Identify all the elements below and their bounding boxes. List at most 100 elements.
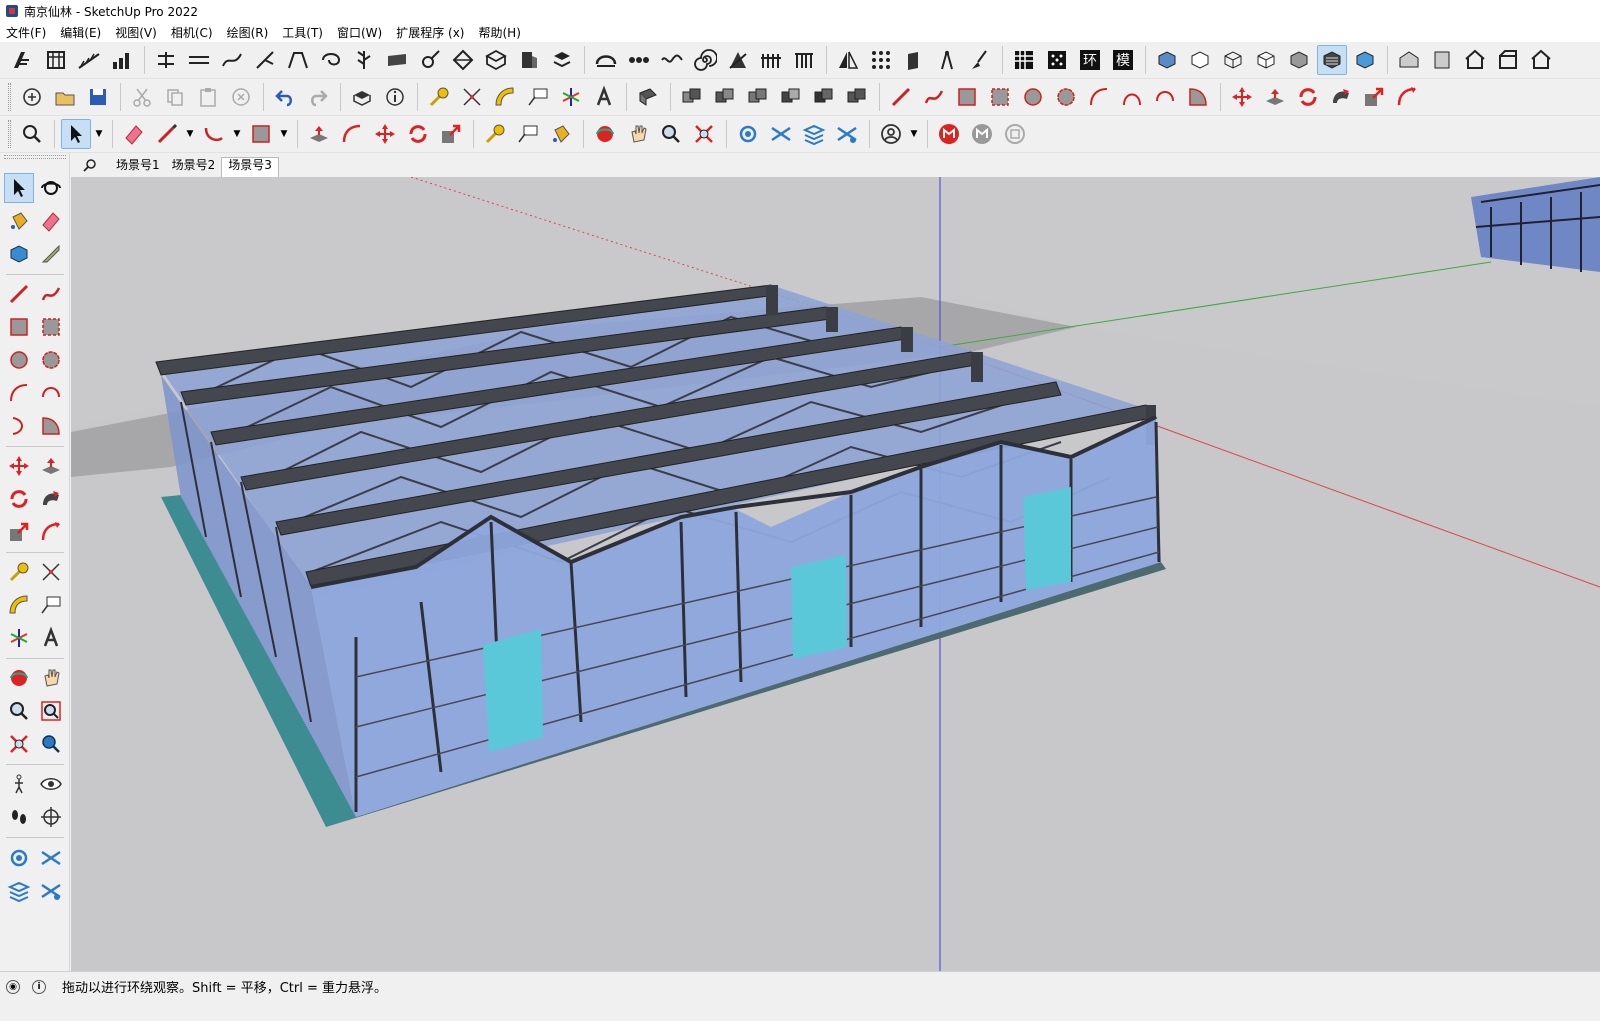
save-icon[interactable]: [83, 82, 113, 112]
menu-help[interactable]: 帮助(H): [478, 24, 520, 41]
section-fill-icon[interactable]: [4, 876, 34, 906]
eraser-icon[interactable]: [36, 206, 66, 236]
arc-tool-dropdown-icon[interactable]: [199, 119, 229, 149]
split-icon[interactable]: [842, 82, 872, 112]
left-toolbar-grip[interactable]: [4, 155, 66, 159]
scale-tool-icon[interactable]: [1359, 82, 1389, 112]
zoom-extents-icon[interactable]: [4, 729, 34, 759]
compass-plugin-icon[interactable]: [932, 45, 962, 75]
extension-manager-icon[interactable]: [967, 119, 997, 149]
view-back-icon[interactable]: [1526, 45, 1556, 75]
bars-plugin-icon[interactable]: [107, 45, 137, 75]
protractor-icon[interactable]: [490, 82, 520, 112]
axes-icon[interactable]: [4, 623, 34, 653]
select-tool-button[interactable]: [61, 119, 91, 149]
chain-plugin-icon[interactable]: [624, 45, 654, 75]
two-point-arc-tool-icon[interactable]: [1117, 82, 1147, 112]
push-pull-icon[interactable]: [304, 119, 334, 149]
freehand-icon[interactable]: [36, 279, 66, 309]
toolbar-grip[interactable]: [8, 83, 11, 111]
push-pull-icon[interactable]: [36, 451, 66, 481]
spiral-plugin-icon[interactable]: [690, 45, 720, 75]
position-camera-icon[interactable]: [36, 802, 66, 832]
previous-view-icon[interactable]: [36, 729, 66, 759]
shape-dropdown-arrow-icon[interactable]: ▼: [279, 119, 289, 149]
look-around-icon[interactable]: [36, 769, 66, 799]
menu-draw[interactable]: 绘图(R): [227, 24, 269, 41]
make-component-icon[interactable]: [633, 82, 663, 112]
move-icon[interactable]: [4, 451, 34, 481]
new-file-icon[interactable]: [17, 82, 47, 112]
menu-tools[interactable]: 工具(T): [282, 24, 323, 41]
arc-tool-icon[interactable]: [1084, 82, 1114, 112]
pan-icon[interactable]: [36, 663, 66, 693]
zoom-icon[interactable]: [4, 696, 34, 726]
scene-search-icon[interactable]: [70, 153, 110, 177]
flip-plugin-icon[interactable]: [547, 45, 577, 75]
polygon-icon[interactable]: [36, 345, 66, 375]
model-plugin-button[interactable]: 模: [1108, 45, 1138, 75]
offset-tool-icon[interactable]: [1392, 82, 1422, 112]
column-plugin-icon[interactable]: [41, 45, 71, 75]
model-info-icon[interactable]: [380, 82, 410, 112]
rail-plugin-icon[interactable]: [184, 45, 214, 75]
walk-icon[interactable]: [4, 769, 34, 799]
section-cut-icon[interactable]: [36, 876, 66, 906]
orbit-icon[interactable]: [590, 119, 620, 149]
redo-icon[interactable]: [303, 82, 333, 112]
erase-selection-icon[interactable]: [226, 82, 256, 112]
rectangle-icon[interactable]: [4, 312, 34, 342]
circle-tool-icon[interactable]: [1018, 82, 1048, 112]
copy-icon[interactable]: [160, 82, 190, 112]
offset-icon[interactable]: [36, 517, 66, 547]
pan-icon[interactable]: [623, 119, 653, 149]
outer-shell-icon[interactable]: [677, 82, 707, 112]
three-point-arc-tool-icon[interactable]: [1150, 82, 1180, 112]
env-plugin-button[interactable]: 环: [1075, 45, 1105, 75]
move-tool-icon[interactable]: [1227, 82, 1257, 112]
extrude-plugin-icon[interactable]: [899, 45, 929, 75]
search-icon[interactable]: [17, 119, 47, 149]
menu-extensions[interactable]: 扩展程序 (x): [396, 24, 464, 41]
component-icon[interactable]: [4, 239, 34, 269]
protractor-icon[interactable]: [4, 590, 34, 620]
text-label-icon[interactable]: [513, 119, 543, 149]
section-fill-icon[interactable]: [832, 119, 862, 149]
style-shaded-icon[interactable]: [1284, 45, 1314, 75]
wave-plugin-icon[interactable]: [657, 45, 687, 75]
print-icon[interactable]: [347, 82, 377, 112]
view-top-icon[interactable]: [1427, 45, 1457, 75]
paint-bucket-icon[interactable]: [546, 119, 576, 149]
orbit-icon[interactable]: [36, 173, 66, 203]
arc-dropdown-arrow-icon[interactable]: ▼: [232, 119, 242, 149]
rotate-icon[interactable]: [403, 119, 433, 149]
zoom-extents-icon[interactable]: [689, 119, 719, 149]
tab-scene-3[interactable]: 场景号3: [221, 157, 279, 177]
circle-icon[interactable]: [4, 345, 34, 375]
shape-tool-dropdown-icon[interactable]: [246, 119, 276, 149]
colonnade-plugin-icon[interactable]: [789, 45, 819, 75]
section-display-icon[interactable]: [36, 843, 66, 873]
open-file-icon[interactable]: [50, 82, 80, 112]
push-pull-tool-icon[interactable]: [1260, 82, 1290, 112]
section-plane-icon[interactable]: [733, 119, 763, 149]
curve-plugin-icon[interactable]: [217, 45, 247, 75]
3d-text-icon[interactable]: [589, 82, 619, 112]
section-plane-icon[interactable]: [4, 843, 34, 873]
ribbon-plugin-icon[interactable]: [382, 45, 412, 75]
grid-plugin-icon[interactable]: [1009, 45, 1039, 75]
select-icon[interactable]: [4, 173, 34, 203]
dimension-icon[interactable]: [457, 82, 487, 112]
tape-measure-icon[interactable]: [4, 557, 34, 587]
style-xray-icon[interactable]: [1152, 45, 1182, 75]
section-display-icon[interactable]: [766, 119, 796, 149]
tab-scene-1[interactable]: 场景号1: [110, 157, 166, 177]
tab-scene-2[interactable]: 场景号2: [166, 157, 222, 177]
pencil-tool-icon[interactable]: [152, 119, 182, 149]
paste-icon[interactable]: [193, 82, 223, 112]
section-cut-icon[interactable]: [799, 119, 829, 149]
undo-icon[interactable]: [270, 82, 300, 112]
dimension-icon[interactable]: [36, 557, 66, 587]
account-dropdown-arrow-icon[interactable]: ▼: [909, 119, 919, 149]
ramp-plugin-icon[interactable]: [74, 45, 104, 75]
